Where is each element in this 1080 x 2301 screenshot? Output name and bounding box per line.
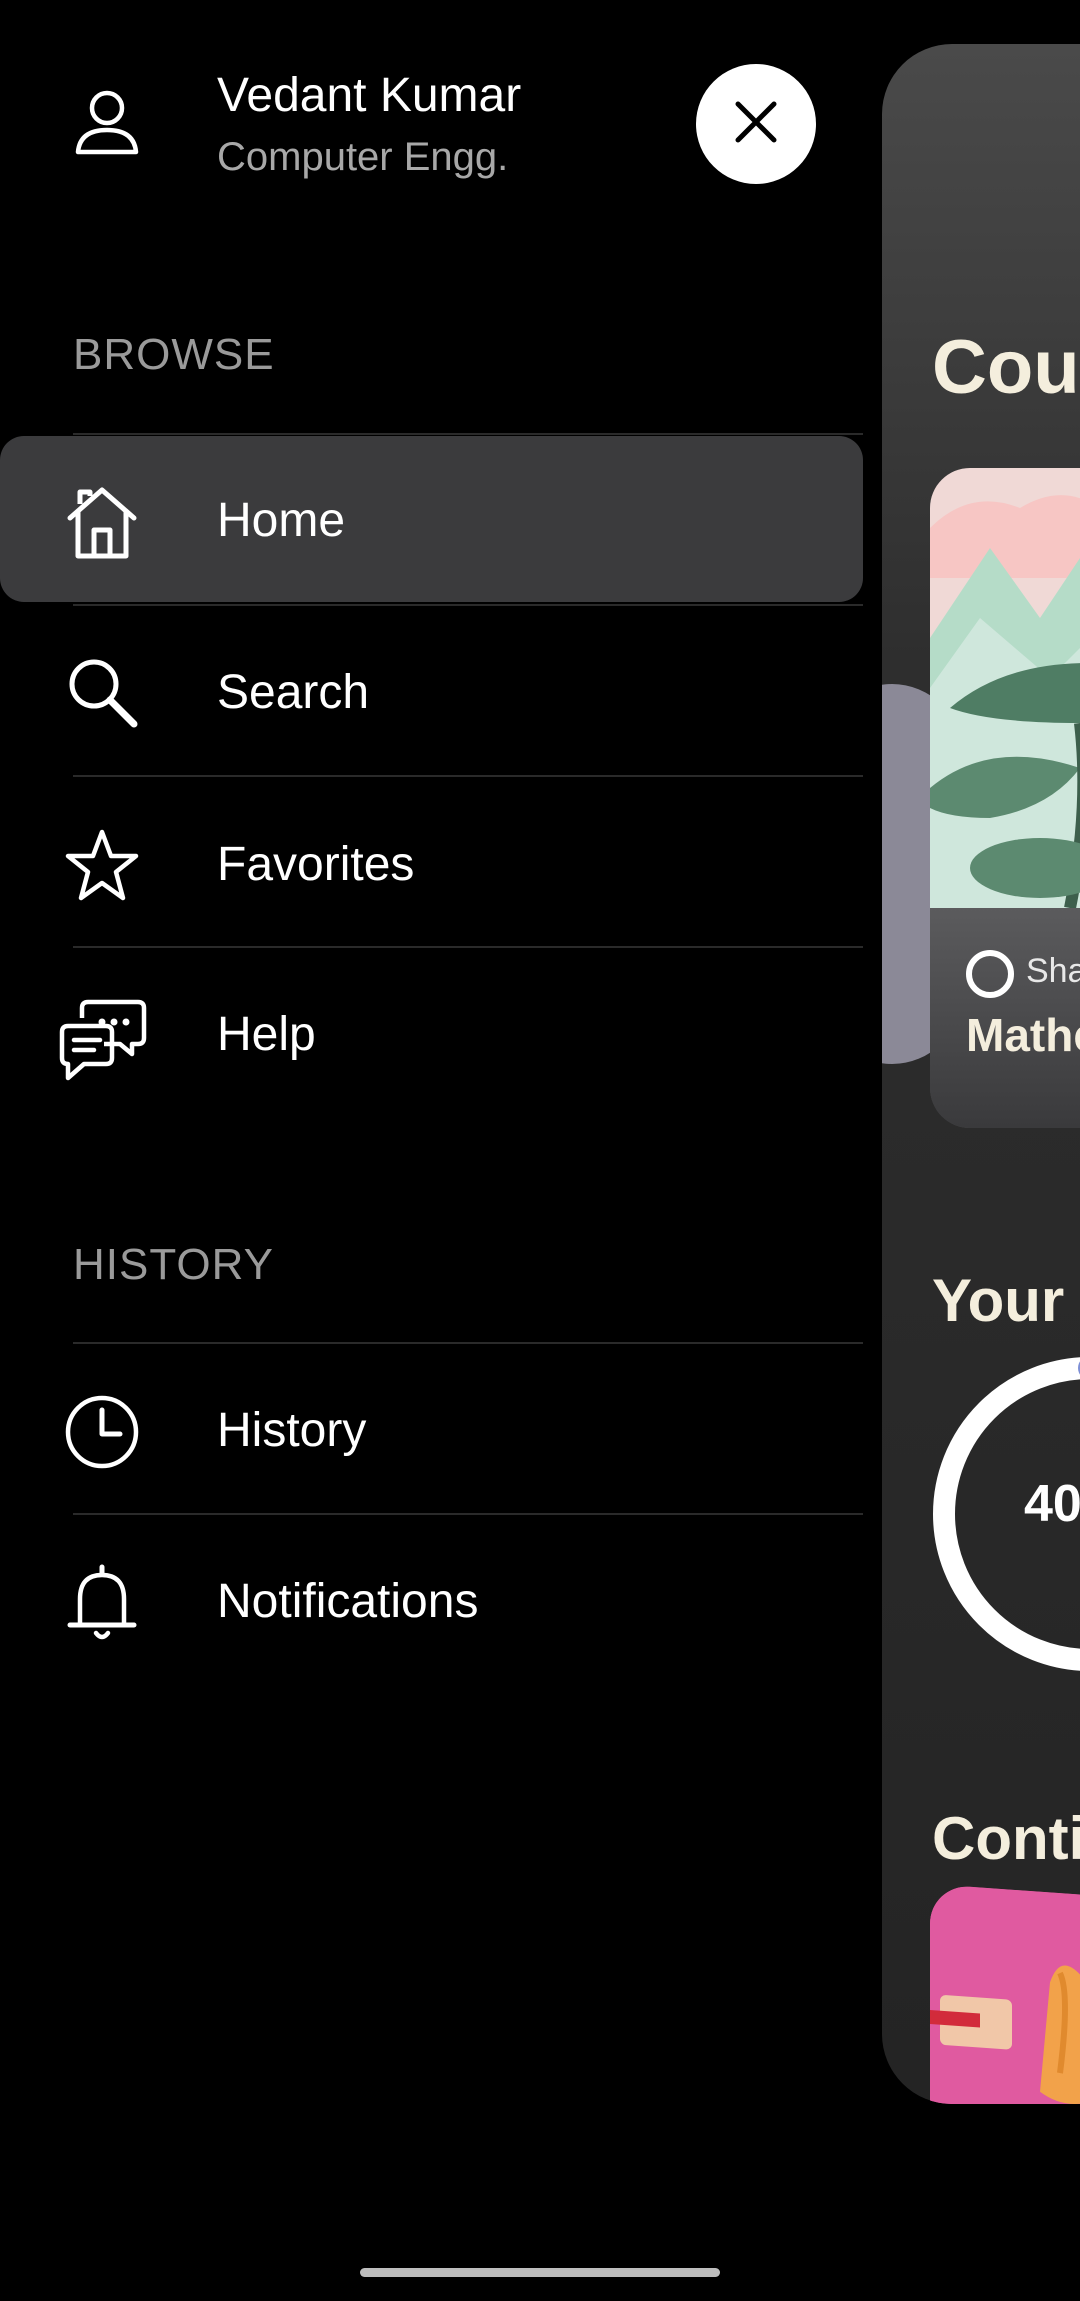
continue-course-card[interactable] [930, 1884, 1080, 2104]
app-screen: Vedant Kumar Computer Engg. BROWSE Home [0, 0, 1080, 2301]
drawer-item-search[interactable]: Search [0, 608, 863, 774]
browse-section-label: BROWSE [73, 330, 275, 379]
drawer-item-favorites[interactable]: Favorites [0, 780, 863, 946]
drawer-item-help[interactable]: Help [0, 950, 863, 1116]
chat-bubbles-icon [58, 996, 148, 1081]
divider [73, 604, 863, 606]
user-department: Computer Engg. [217, 135, 509, 179]
progress-value: 40 [1024, 1475, 1080, 1533]
star-icon [62, 826, 142, 906]
navigation-drawer: Vedant Kumar Computer Engg. BROWSE Home [0, 0, 880, 2301]
drawer-item-label: History [217, 1404, 367, 1457]
main-content-preview[interactable]: Cou Sha Math Your 40 Conti [882, 44, 1080, 2104]
drawer-item-label: Favorites [217, 838, 415, 891]
course-card-footer: Sha Mathe [930, 908, 1080, 1128]
progress-ring-icon [966, 950, 1014, 998]
courses-heading: Cou [932, 325, 1080, 410]
clock-icon [62, 1392, 142, 1472]
divider [73, 1342, 863, 1344]
home-indicator[interactable] [360, 2268, 720, 2277]
close-drawer-button[interactable] [696, 64, 816, 184]
history-section-label: HISTORY [73, 1240, 274, 1289]
drawer-item-notifications[interactable]: Notifications [0, 1517, 863, 1683]
drawer-item-home[interactable]: Home [0, 436, 863, 602]
close-icon [732, 98, 780, 151]
progress-heading: Your [932, 1267, 1065, 1334]
divider [73, 946, 863, 948]
course-card[interactable]: Sha Mathe [930, 468, 1080, 1128]
drawer-item-label: Home [217, 494, 346, 547]
continue-heading: Conti [932, 1805, 1080, 1872]
user-name: Vedant Kumar [217, 69, 522, 122]
search-icon [62, 654, 142, 734]
home-icon [62, 482, 142, 562]
user-profile-icon[interactable] [72, 88, 142, 158]
divider [73, 775, 863, 777]
course-name: Mathe [966, 1009, 1080, 1061]
divider [73, 1513, 863, 1515]
bell-icon [62, 1563, 142, 1643]
divider [73, 433, 863, 435]
course-tag: Sha [1026, 952, 1080, 990]
drawer-item-label: Help [217, 1008, 316, 1061]
course-illustration [930, 468, 1080, 910]
drawer-item-label: Search [217, 666, 370, 719]
drawer-item-history[interactable]: History [0, 1346, 863, 1512]
drawer-item-label: Notifications [217, 1575, 479, 1628]
